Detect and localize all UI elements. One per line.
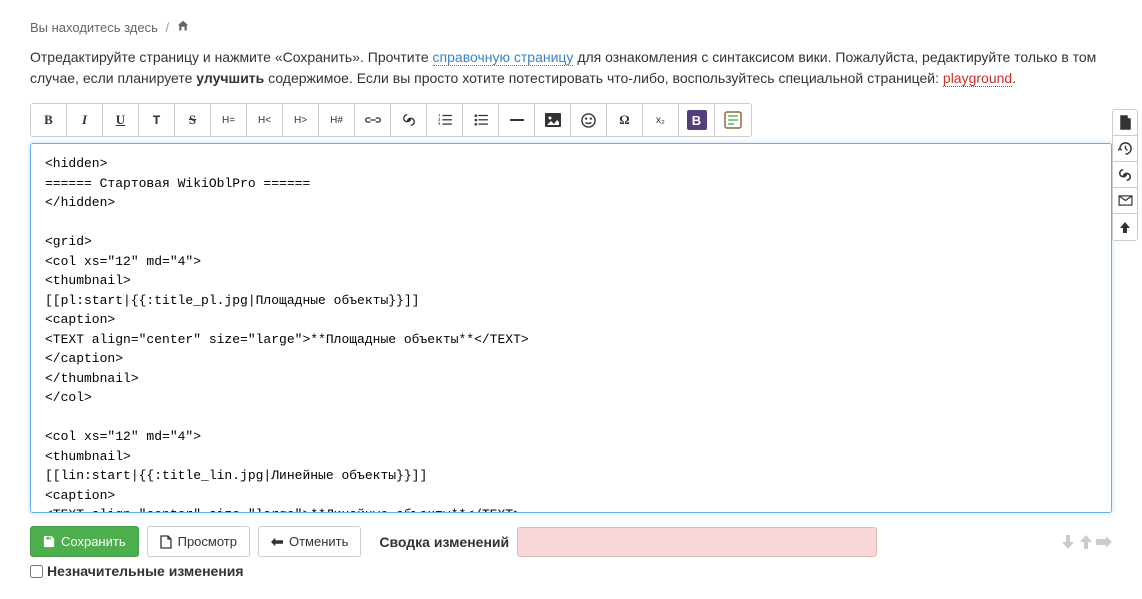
smiley-button[interactable] bbox=[571, 104, 607, 136]
chars-button[interactable]: Ω bbox=[607, 104, 643, 136]
strike-button[interactable]: S bbox=[175, 104, 211, 136]
hr-button[interactable] bbox=[499, 104, 535, 136]
breadcrumb-label: Вы находитесь здесь bbox=[30, 20, 158, 35]
heading-lower-button[interactable]: H< bbox=[247, 104, 283, 136]
minor-changes-checkbox[interactable] bbox=[30, 565, 43, 578]
new-page-icon[interactable] bbox=[1113, 110, 1137, 136]
intro-text: Отредактируйте страницу и нажмите «Сохра… bbox=[30, 47, 1112, 89]
underline-button[interactable]: U bbox=[103, 104, 139, 136]
home-icon[interactable] bbox=[177, 20, 189, 35]
side-tools bbox=[1112, 109, 1138, 241]
ordered-list-button[interactable]: 123 bbox=[427, 104, 463, 136]
subscribe-icon[interactable] bbox=[1113, 188, 1137, 214]
italic-button[interactable]: I bbox=[67, 104, 103, 136]
bootstrap-button[interactable]: B bbox=[679, 104, 715, 136]
back-icon bbox=[271, 537, 283, 547]
internal-link-button[interactable] bbox=[355, 104, 391, 136]
cancel-button[interactable]: Отменить bbox=[258, 526, 361, 557]
draft-next-icon[interactable] bbox=[1078, 535, 1094, 549]
summary-label: Сводка изменений bbox=[379, 534, 509, 550]
heading-same-button[interactable]: H= bbox=[211, 104, 247, 136]
draft-last-icon[interactable] bbox=[1096, 535, 1112, 549]
image-button[interactable] bbox=[535, 104, 571, 136]
external-link-button[interactable] bbox=[391, 104, 427, 136]
revisions-icon[interactable] bbox=[1113, 136, 1137, 162]
wrap-button[interactable] bbox=[715, 104, 751, 136]
save-icon bbox=[43, 536, 55, 548]
breadcrumb: Вы находитесь здесь / bbox=[30, 20, 1112, 35]
svg-text:3: 3 bbox=[438, 121, 440, 126]
minor-changes-label[interactable]: Незначительные изменения bbox=[30, 563, 1112, 579]
bold-button[interactable]: B bbox=[31, 104, 67, 136]
playground-link[interactable]: playground bbox=[943, 70, 1012, 87]
heading-higher-button[interactable]: H> bbox=[283, 104, 319, 136]
breadcrumb-separator: / bbox=[166, 20, 170, 35]
wiki-editor-textarea[interactable] bbox=[30, 143, 1112, 513]
unordered-list-button[interactable] bbox=[463, 104, 499, 136]
editor-toolbar: B I U T S H= H< H> H# 123 Ω x₂ B bbox=[30, 103, 752, 137]
bottom-bar: Сохранить Просмотр Отменить Сводка измен… bbox=[30, 526, 1112, 557]
summary-input[interactable] bbox=[517, 527, 877, 557]
help-link[interactable]: справочную страницу bbox=[433, 49, 574, 66]
draft-nav-icons bbox=[1060, 535, 1112, 549]
backlinks-icon[interactable] bbox=[1113, 162, 1137, 188]
save-button[interactable]: Сохранить bbox=[30, 526, 139, 557]
draft-prev-icon[interactable] bbox=[1060, 535, 1076, 549]
preview-button[interactable]: Просмотр bbox=[147, 526, 250, 557]
heading-select-button[interactable]: H# bbox=[319, 104, 355, 136]
top-icon[interactable] bbox=[1113, 214, 1137, 240]
file-icon bbox=[160, 535, 172, 549]
mono-button[interactable]: T bbox=[139, 104, 175, 136]
signature-button[interactable]: x₂ bbox=[643, 104, 679, 136]
